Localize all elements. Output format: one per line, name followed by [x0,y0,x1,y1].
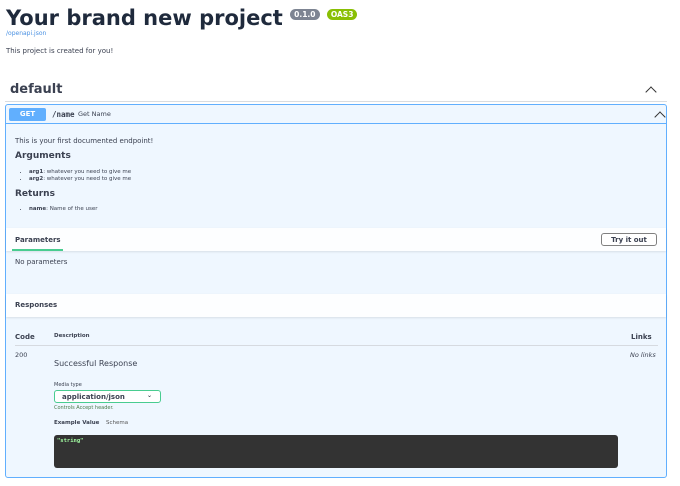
chevron-down-icon: ⌄ [146,392,152,399]
col-description: Description [54,333,90,339]
arguments-heading: Arguments [15,151,71,161]
no-parameters-text: No parameters [15,258,68,266]
response-code: 200 [15,351,28,359]
divider [5,101,667,102]
api-description: This project is created for you! [6,47,114,55]
tag-default-header[interactable]: default [10,82,62,97]
example-value: "string" [57,438,84,444]
media-type-label: Media type [54,382,82,388]
media-type-select[interactable]: application/json ⌄ [54,390,161,403]
tab-parameters[interactable]: Parameters [12,236,63,251]
operation-summary[interactable]: GET /name Get Name [6,105,666,124]
operation-description: This is your first documented endpoint! [15,137,154,145]
responses-header: Responses [6,294,666,317]
returns-list: name: Name of the user [29,206,98,212]
response-description: Successful Response [54,359,138,368]
media-type-value: application/json [62,393,125,401]
list-item: name: Name of the user [29,206,98,212]
list-item: arg2: whatever you need to give me [29,176,131,183]
response-links: No links [630,351,656,359]
page-title: Your brand new project 0.1.0 OAS3 [6,6,358,30]
tab-schema[interactable]: Schema [106,420,128,426]
col-code: Code [15,333,35,341]
version-badge: 0.1.0 [290,9,320,20]
parameters-header: Parameters Try it out [6,228,666,251]
responses-heading: Responses [15,301,58,309]
arguments-list: arg1: whatever you need to give me arg2:… [29,169,131,182]
try-it-out-button[interactable]: Try it out [601,233,657,246]
returns-heading: Returns [15,189,55,199]
media-hint: Controls Accept header. [54,405,114,411]
method-badge: GET [9,108,46,121]
divider [15,345,658,346]
chevron-up-icon[interactable] [645,86,657,98]
spec-link[interactable]: /openapi.json [6,30,46,37]
operation-get-name: GET /name Get Name This is your first do… [5,104,667,478]
example-code-block: "string" [54,435,618,468]
chevron-up-icon[interactable] [654,111,666,123]
col-links: Links [631,333,652,341]
oas-badge: OAS3 [326,9,358,20]
title-text: Your brand new project [6,6,283,30]
operation-summary-text: Get Name [78,110,111,118]
operation-path: /name [52,110,75,119]
tab-example-value[interactable]: Example Value [54,420,99,426]
